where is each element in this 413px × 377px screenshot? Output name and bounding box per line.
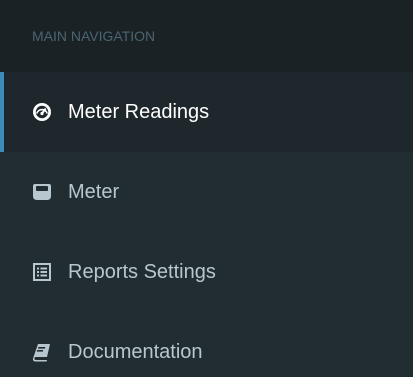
sidebar-header: MAIN NAVIGATION: [0, 0, 413, 72]
list-alt-icon: [32, 262, 52, 282]
sidebar-item-documentation[interactable]: Documentation: [0, 312, 413, 377]
sidebar-item-meter-readings[interactable]: Meter Readings: [0, 72, 413, 152]
sidebar-item-reports-settings[interactable]: Reports Settings: [0, 232, 413, 312]
sidebar-header-label: MAIN NAVIGATION: [32, 28, 156, 44]
dashboard-icon: [32, 102, 52, 122]
sidebar-item-label: Meter Readings: [68, 100, 210, 123]
sidebar-item-label: Reports Settings: [68, 260, 216, 283]
book-icon: [32, 342, 52, 362]
sidebar-item-meter[interactable]: Meter: [0, 152, 413, 232]
hdd-icon: [32, 182, 52, 202]
sidebar-item-label: Documentation: [68, 340, 203, 363]
sidebar-item-label: Meter: [68, 180, 120, 203]
nav-list: Meter Readings Meter Reports Settings Do…: [0, 72, 413, 377]
sidebar: MAIN NAVIGATION Meter Readings Meter Rep…: [0, 0, 413, 377]
